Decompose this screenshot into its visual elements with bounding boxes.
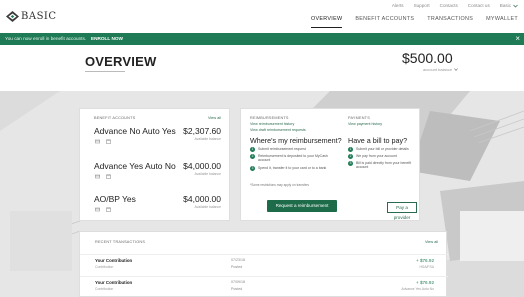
transaction-type: Contribution xyxy=(95,287,114,291)
step-text: Reimbursement is deposited to your MyCas… xyxy=(258,154,328,163)
user-menu[interactable]: Basic xyxy=(500,3,518,8)
transaction-date: 07/09/18 xyxy=(231,280,245,284)
logo-text: BASIC xyxy=(21,11,57,22)
account-amount-label: Available balance xyxy=(194,137,221,141)
step-number-icon: 1 xyxy=(250,147,255,152)
benefit-accounts-heading: BENEFIT ACCOUNTS xyxy=(94,116,136,120)
tab-benefit-accounts[interactable]: BENEFIT ACCOUNTS xyxy=(355,16,414,28)
table-row[interactable]: Your Contribution Contribution 07/23/18 … xyxy=(80,254,448,276)
close-icon[interactable]: × xyxy=(515,34,520,44)
tab-transactions[interactable]: TRANSACTIONS xyxy=(427,16,473,28)
step-number-icon: 2 xyxy=(348,154,353,159)
transaction-status: Posted xyxy=(231,265,243,269)
transaction-status: Posted xyxy=(231,287,243,291)
step-number-icon: 2 xyxy=(250,154,255,159)
transaction-account: Advance Yes Auto No xyxy=(401,287,434,291)
transaction-type: Contribution xyxy=(95,265,114,269)
payment-step: 1 Submit your bill or provider details xyxy=(348,147,414,152)
utility-nav: Alerts Support Contacts Contact us Basic xyxy=(392,3,518,8)
enroll-now-link[interactable]: ENROLL NOW xyxy=(91,36,123,41)
top-header: BASIC Alerts Support Contacts Contact us… xyxy=(0,0,524,33)
step-text: Submit your bill or provider details xyxy=(356,147,409,151)
title-divider xyxy=(85,71,125,72)
transaction-date: 07/23/18 xyxy=(231,258,245,262)
chevron-down-icon xyxy=(513,4,518,7)
request-reimbursement-button[interactable]: Request a reimbursement xyxy=(267,200,337,212)
chevron-down-icon xyxy=(454,68,458,71)
payments-question: Have a bill to pay? xyxy=(348,136,408,145)
balance-label-text: account balance xyxy=(423,67,453,72)
balance-label[interactable]: account balance xyxy=(423,67,458,72)
tab-overview[interactable]: OVERVIEW xyxy=(311,16,343,28)
reimbursements-payments-panel: REIMBURSEMENTS View reimbursement histor… xyxy=(240,108,420,221)
transaction-title: Your Contribution xyxy=(95,280,133,285)
alerts-link[interactable]: Alerts xyxy=(392,3,404,8)
payment-step: 2 We pay from your account xyxy=(348,154,414,159)
user-menu-label: Basic xyxy=(499,3,511,8)
payment-step: 3 Bill is paid directly from your benefi… xyxy=(348,161,414,170)
logo-icon xyxy=(6,11,19,22)
account-balance: $500.00 xyxy=(402,50,453,66)
card-icon[interactable] xyxy=(95,139,100,144)
enroll-banner: You can now enroll in benefit accounts. … xyxy=(0,33,524,45)
accounts-view-all-link[interactable]: View all xyxy=(208,116,221,120)
benefit-accounts-panel: BENEFIT ACCOUNTS View all Advance No Aut… xyxy=(79,108,230,221)
account-amount: $2,307.60 xyxy=(183,126,221,136)
step-text: Submit reimbursement request xyxy=(258,147,306,151)
transaction-amount: + $76.92 xyxy=(415,258,434,263)
restrictions-note: *Some restrictions may apply on transfer… xyxy=(250,183,309,187)
support-link[interactable]: Support xyxy=(414,3,430,8)
account-actions xyxy=(95,139,111,144)
account-amount: $4,000.00 xyxy=(183,161,221,171)
tab-mywallet[interactable]: MYWALLET xyxy=(486,16,518,28)
card-icon[interactable] xyxy=(95,207,100,212)
calendar-icon[interactable] xyxy=(106,207,111,212)
account-amount-label: Available balance xyxy=(194,172,221,176)
account-name[interactable]: AO/BP Yes xyxy=(94,194,136,204)
reimbursement-question: Where's my reimbursement? xyxy=(250,136,342,145)
main-nav: OVERVIEW BENEFIT ACCOUNTS TRANSACTIONS M… xyxy=(311,16,518,28)
account-amount: $4,000.00 xyxy=(183,194,221,204)
account-name[interactable]: Advance No Auto Yes xyxy=(94,126,176,136)
transaction-account: HSA/FSA xyxy=(419,265,434,269)
reimbursements-heading: REIMBURSEMENTS xyxy=(250,116,289,120)
account-amount-label: Available balance xyxy=(194,205,221,209)
pay-provider-button[interactable]: Pay a provider xyxy=(387,202,417,220)
step-number-icon: 3 xyxy=(250,166,255,171)
account-actions xyxy=(95,174,111,179)
contact-us-link[interactable]: Contact us xyxy=(468,3,490,8)
logo[interactable]: BASIC xyxy=(6,11,57,22)
reimbursement-step: 2 Reimbursement is deposited to your MyC… xyxy=(250,154,330,163)
step-number-icon: 3 xyxy=(348,161,353,166)
contacts-link[interactable]: Contacts xyxy=(440,3,458,8)
step-number-icon: 1 xyxy=(348,147,353,152)
transaction-amount: + $76.92 xyxy=(415,280,434,285)
reimbursement-step: 3 Spend it, transfer it to your card or … xyxy=(250,166,330,171)
step-text: Spend it, transfer it to your card or to… xyxy=(258,166,327,170)
page-title: OVERVIEW xyxy=(85,54,157,69)
reimbursement-history-link[interactable]: View reimbursement history xyxy=(250,122,294,126)
transactions-heading: RECENT TRANSACTIONS xyxy=(95,240,146,244)
account-name[interactable]: Advance Yes Auto No xyxy=(94,161,176,171)
step-text: We pay from your account xyxy=(356,154,397,158)
payments-heading: PAYMENTS xyxy=(348,116,370,120)
step-text: Bill is paid directly from your benefit … xyxy=(356,161,412,170)
banner-message: You can now enroll in benefit accounts. xyxy=(5,36,87,41)
account-actions xyxy=(95,207,111,212)
table-row[interactable]: Your Contribution Contribution 07/09/18 … xyxy=(80,276,448,297)
transactions-view-all-link[interactable]: View all xyxy=(425,240,438,244)
recent-transactions-panel: RECENT TRANSACTIONS View all Your Contri… xyxy=(79,231,448,297)
payment-history-link[interactable]: View payment history xyxy=(348,122,382,126)
card-icon[interactable] xyxy=(95,174,100,179)
draft-requests-link[interactable]: View draft reimbursement requests xyxy=(250,128,306,132)
calendar-icon[interactable] xyxy=(106,174,111,179)
reimbursement-step: 1 Submit reimbursement request xyxy=(250,147,330,152)
calendar-icon[interactable] xyxy=(106,139,111,144)
transaction-title: Your Contribution xyxy=(95,258,133,263)
